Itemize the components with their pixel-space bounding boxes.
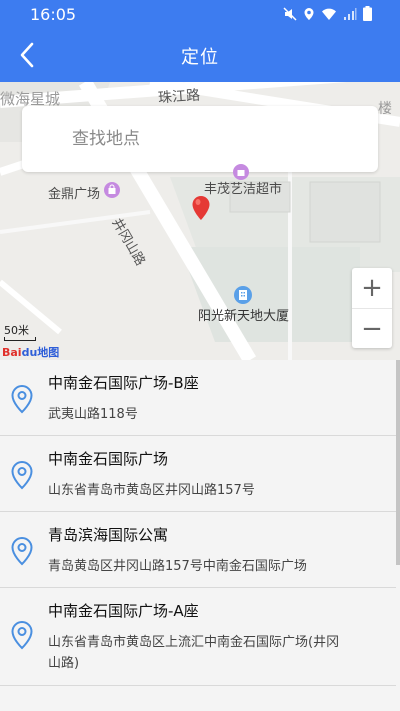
building-icon xyxy=(234,286,252,304)
result-address: 青岛黄岛区井冈山路157号中南金石国际广场 xyxy=(48,559,307,574)
result-name: 中南金石国际广场-B座 xyxy=(48,374,199,392)
zoom-out-button[interactable]: − xyxy=(352,308,392,348)
result-address: 武夷山路118号 xyxy=(48,407,138,422)
zoom-controls: + − xyxy=(352,268,392,348)
list-scrollbar[interactable] xyxy=(396,360,400,565)
baidu-logo: Baidu地图 xyxy=(2,344,59,360)
map-label-fengmao: 丰茂艺洁超市 xyxy=(204,182,283,197)
search-input[interactable] xyxy=(22,106,378,172)
list-item[interactable]: 中南金石国际广场-A座 山东省青岛市黄岛区上流汇中南金石国际广场(井冈山路) xyxy=(0,588,396,686)
zoom-in-button[interactable]: + xyxy=(352,268,392,308)
map-scale: 50米 xyxy=(4,322,36,341)
shopping-bag-icon xyxy=(104,182,120,198)
list-item[interactable]: 青岛滨海国际公寓 青岛黄岛区井冈山路157号中南金石国际广场 xyxy=(0,512,396,588)
result-name: 中南金石国际广场-A座 xyxy=(48,602,199,620)
map-label-jinding: 金鼎广场 xyxy=(48,187,101,202)
status-time: 16:05 xyxy=(30,5,77,24)
location-pin-icon xyxy=(11,460,33,490)
status-icons xyxy=(283,6,372,21)
location-pin-icon xyxy=(11,536,33,566)
baidu-logo-red: Bai xyxy=(2,346,22,359)
map-label-lou: 楼 xyxy=(378,101,392,117)
list-item[interactable]: 中南金石国际广场 山东省青岛市黄岛区井冈山路157号 xyxy=(0,436,396,512)
result-address: 山东省青岛市黄岛区上流汇中南金石国际广场(井冈山路) xyxy=(48,635,340,671)
battery-icon xyxy=(363,6,372,21)
app-bar: 定位 xyxy=(0,28,400,82)
status-bar: 16:05 xyxy=(0,0,400,28)
map-label-yangguang: 阳光新天地大厦 xyxy=(198,309,290,324)
search-box xyxy=(22,106,378,172)
result-address: 山东省青岛市黄岛区井冈山路157号 xyxy=(48,483,255,498)
map-scale-label: 50米 xyxy=(4,324,29,337)
map-view[interactable]: 微海星城 珠江路 楼 金鼎广场 丰茂艺洁超市 井冈山路 阳光新天地大厦 + − … xyxy=(0,82,400,360)
map-pin-icon xyxy=(192,196,210,220)
mute-icon xyxy=(283,6,297,21)
location-pin-icon xyxy=(11,384,33,414)
map-label-zhujiang-road: 珠江路 xyxy=(157,87,201,107)
wifi-icon xyxy=(322,8,336,20)
result-name: 中南金石国际广场 xyxy=(48,450,169,468)
location-pin-icon xyxy=(11,620,33,650)
location-status-icon xyxy=(304,7,314,20)
map-scale-bar xyxy=(4,337,36,341)
page-title: 定位 xyxy=(181,47,219,68)
baidu-logo-blue: du地图 xyxy=(21,346,60,359)
signal-icon xyxy=(344,7,357,20)
results-list: 中南金石国际广场-B座 武夷山路118号 中南金石国际广场 山东省青岛市黄岛区井… xyxy=(0,360,400,711)
list-item[interactable]: 中南金石国际广场-B座 武夷山路118号 xyxy=(0,360,396,436)
result-name: 青岛滨海国际公寓 xyxy=(48,526,169,544)
